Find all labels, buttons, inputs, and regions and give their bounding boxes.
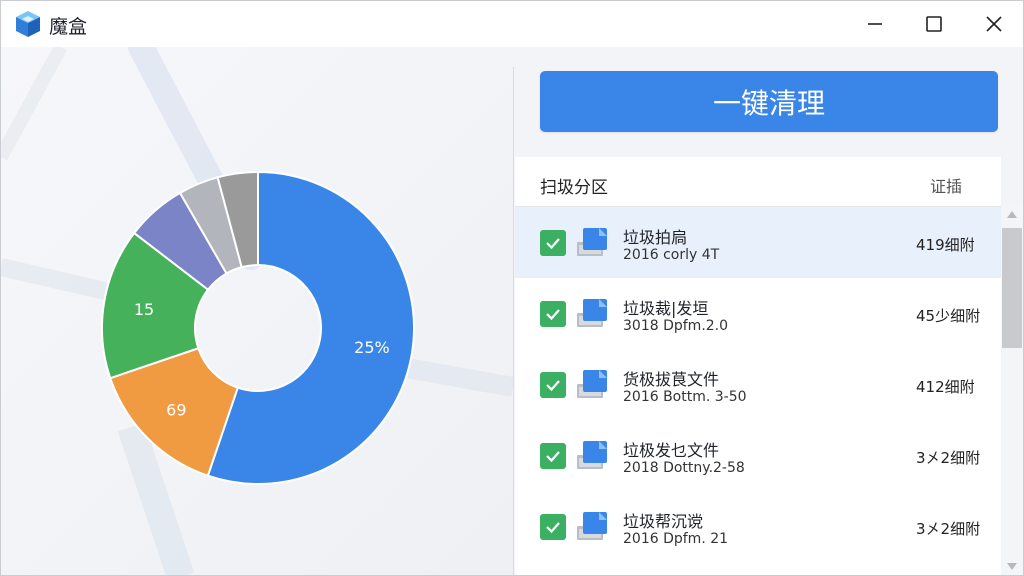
item-size: 45少细附: [916, 307, 981, 325]
check-icon: [546, 309, 560, 321]
maximize-button[interactable]: [904, 1, 964, 47]
checkbox-checked[interactable]: [540, 443, 566, 469]
file-folder-icon: [577, 512, 607, 540]
item-detail: 3018 Dpfm.2.0: [623, 318, 729, 334]
item-name: 垃圾裁|发垣: [623, 299, 709, 318]
item-size: 412细附: [916, 378, 975, 396]
file-folder-icon: [577, 228, 607, 256]
check-icon: [546, 380, 560, 392]
checkbox-checked[interactable]: [540, 514, 566, 540]
one-click-clean-button[interactable]: 一键清理: [540, 71, 998, 132]
item-size: 419细附: [916, 236, 975, 254]
item-name: 垃圾帮沉谠: [623, 512, 704, 531]
chart-panel: 25% 69 15: [1, 47, 513, 575]
pie-slice-label: 25%: [354, 338, 390, 357]
storage-pie-chart: 25% 69 15: [101, 170, 415, 485]
app-window: 魔盒 25% 69 15 一键清理 扫圾分区 证插 垃圾拍扃 2016 corl…: [0, 0, 1024, 576]
item-detail: 2018 Dottny.2-58: [623, 460, 745, 476]
item-detail: 2016 corly 4T: [623, 247, 720, 263]
pie-slice-label: 15: [134, 300, 154, 319]
cube-logo-icon: [16, 11, 40, 37]
check-icon: [546, 238, 560, 250]
list-scrollbar[interactable]: [1001, 205, 1023, 575]
list-header-size[interactable]: 证插: [930, 173, 962, 197]
item-name: 货极拔茛文件: [623, 370, 720, 389]
close-icon: [986, 16, 1002, 32]
scroll-up-arrow-icon[interactable]: [1005, 208, 1019, 222]
panel-divider: [513, 67, 514, 575]
list-item[interactable]: 货极拔茛文件 2016 Bottm. 3-50 412细附: [515, 349, 1001, 420]
minimize-button[interactable]: [845, 1, 905, 47]
item-detail: 2016 Bottm. 3-50: [623, 389, 747, 405]
list-header: 扫圾分区 证插: [515, 157, 1001, 207]
file-folder-icon: [577, 370, 607, 398]
checkbox-checked[interactable]: [540, 301, 566, 327]
title-bar: 魔盒: [1, 1, 1023, 47]
maximize-icon: [926, 16, 942, 32]
item-name: 垃极发乜文件: [623, 441, 720, 460]
app-title: 魔盒: [49, 16, 88, 38]
item-size: 3㐅2细附: [916, 520, 981, 538]
checkbox-checked[interactable]: [540, 372, 566, 398]
minimize-icon: [868, 23, 882, 25]
scroll-down-arrow-icon[interactable]: [1005, 559, 1019, 573]
pie-slice-label: 69: [166, 401, 186, 420]
list-header-title: 扫圾分区: [540, 178, 608, 198]
list-item[interactable]: 垃极发乜文件 2018 Dottny.2-58 3㐅2细附: [515, 420, 1001, 491]
check-icon: [546, 451, 560, 463]
list-item[interactable]: 垃圾帮沉谠 2016 Dpfm. 21 3㐅2细附: [515, 491, 1001, 562]
junk-list-panel: 扫圾分区 证插 垃圾拍扃 2016 corly 4T 419细附 垃圾裁|发垣 …: [515, 157, 1001, 575]
check-icon: [546, 522, 560, 534]
item-detail: 2016 Dpfm. 21: [623, 531, 729, 547]
scroll-thumb[interactable]: [1002, 228, 1022, 348]
checkbox-checked[interactable]: [540, 230, 566, 256]
file-folder-icon: [577, 299, 607, 327]
close-button[interactable]: [964, 1, 1023, 47]
item-name: 垃圾拍扃: [623, 228, 688, 247]
item-size: 3㐅2细附: [916, 449, 981, 467]
file-folder-icon: [577, 441, 607, 469]
list-item[interactable]: 垃圾拍扃 2016 corly 4T 419细附: [515, 207, 1001, 278]
list-item[interactable]: 垃圾裁|发垣 3018 Dpfm.2.0 45少细附: [515, 278, 1001, 349]
